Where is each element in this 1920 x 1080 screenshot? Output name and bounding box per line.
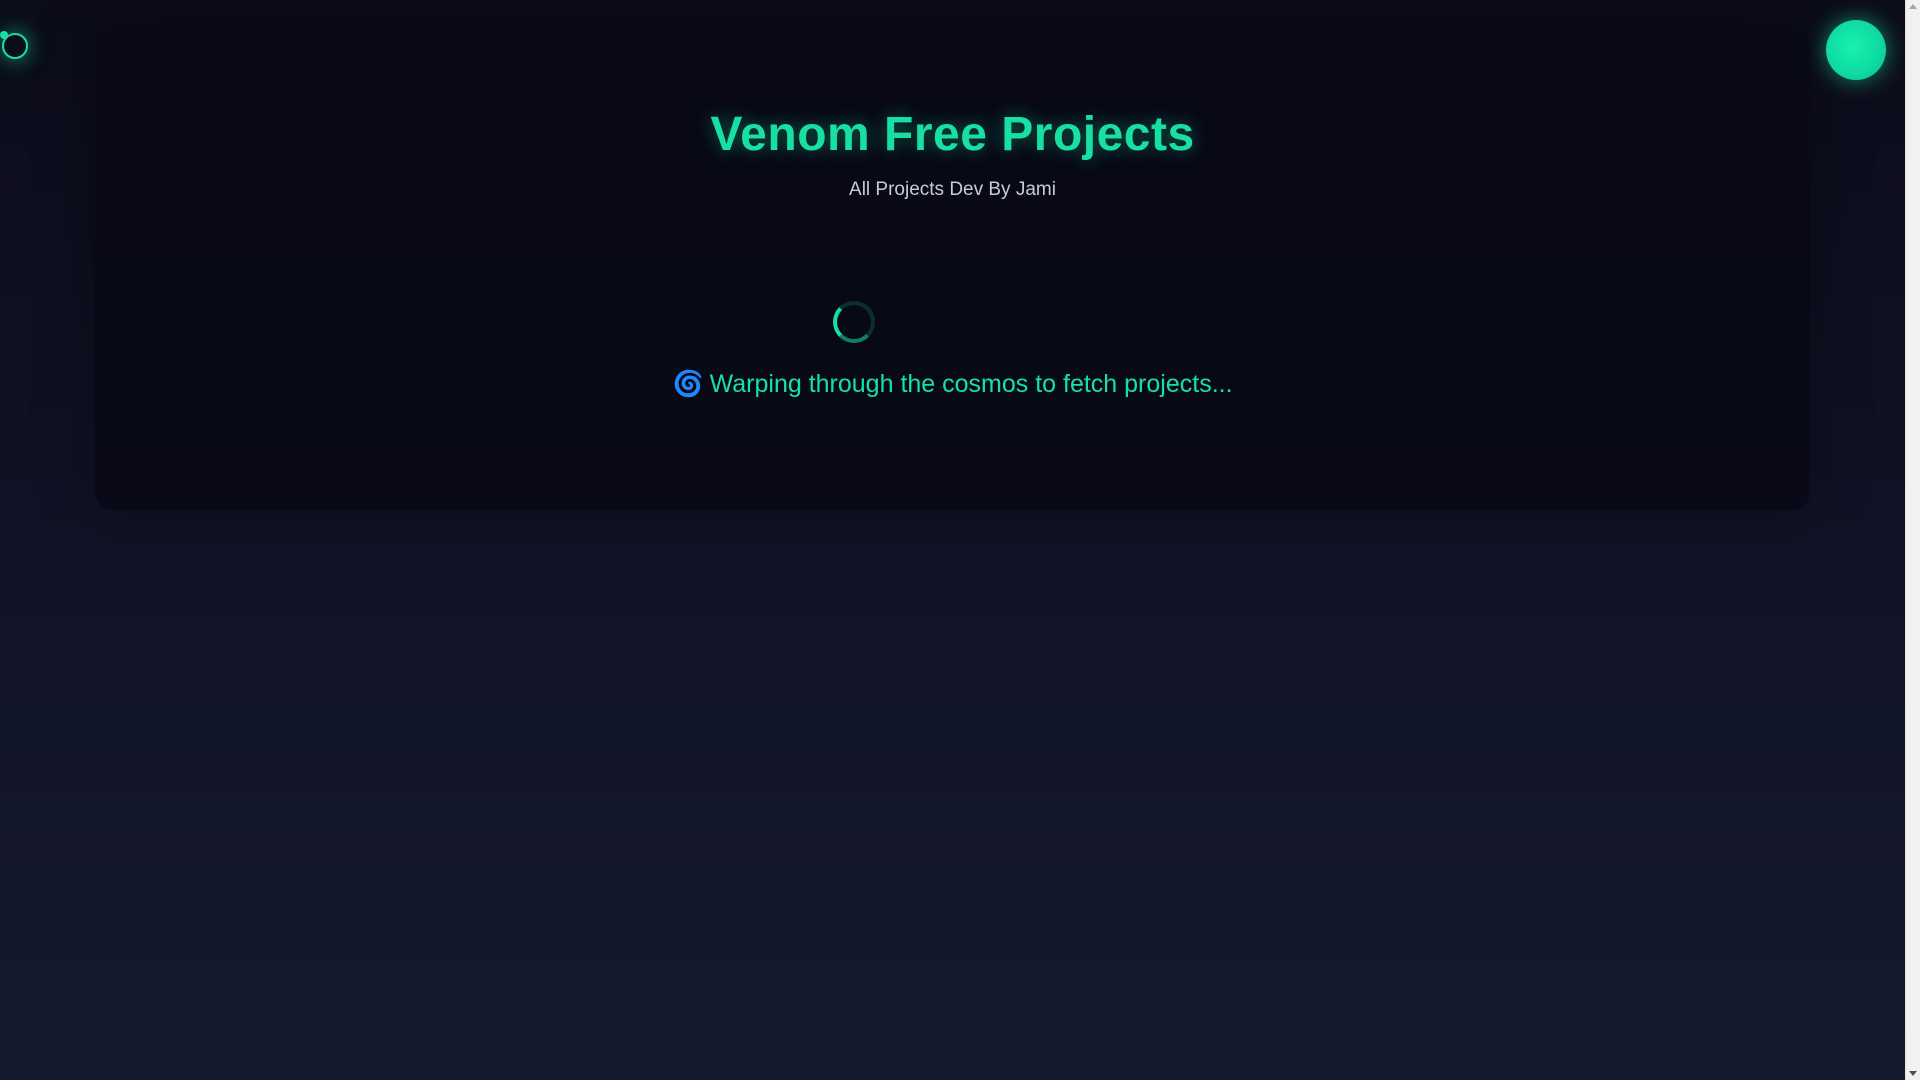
cursor-dot-icon: [0, 31, 8, 39]
cyclone-icon: 🌀: [672, 370, 704, 398]
chevron-up-icon[interactable]: [1909, 4, 1917, 9]
projects-panel: [95, 30, 1810, 510]
glowing-orb-button[interactable]: [1826, 20, 1886, 80]
page-subtitle: All Projects Dev By Jami: [849, 179, 1056, 200]
vertical-scrollbar[interactable]: [1905, 0, 1920, 1080]
loading-text: Warping through the cosmos to fetch proj…: [709, 370, 1233, 398]
chevron-down-icon[interactable]: [1909, 1071, 1917, 1076]
loading-message: 🌀 Warping through the cosmos to fetch pro…: [0, 370, 1905, 399]
page: Venom Free Projects All Projects Dev By …: [0, 0, 1905, 1080]
loading-spinner-icon: [833, 301, 875, 343]
page-title: Venom Free Projects: [710, 108, 1195, 161]
